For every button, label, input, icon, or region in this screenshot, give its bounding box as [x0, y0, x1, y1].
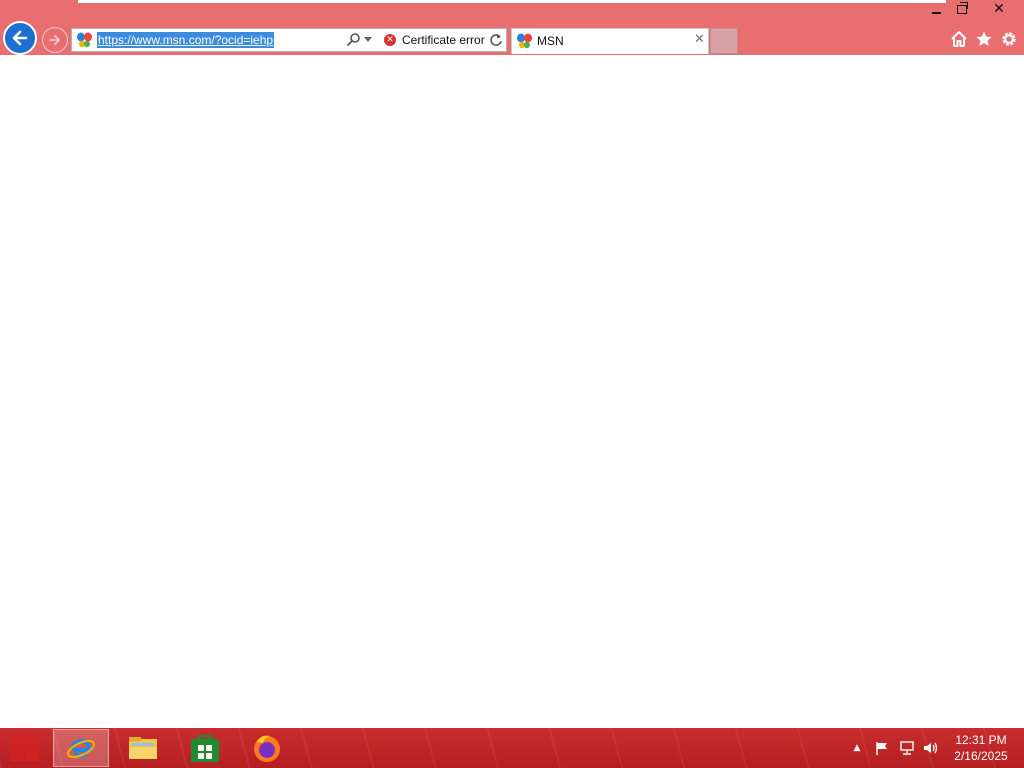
close-icon: ✕: [993, 1, 1005, 17]
restore-icon: [957, 1, 968, 14]
taskbar-firefox[interactable]: [239, 729, 295, 767]
msn-butterfly-icon: [517, 33, 532, 49]
taskbar-file-explorer[interactable]: [115, 729, 171, 767]
windows-logo-icon: [25, 749, 39, 762]
system-clock[interactable]: 12:31 PM 2/16/2025: [948, 732, 1014, 764]
internet-explorer-icon: [67, 739, 95, 759]
url-input[interactable]: https://www.msn.com/?ocid=iehp: [97, 32, 275, 48]
minimize-button[interactable]: [924, 0, 948, 18]
store-icon: [191, 734, 219, 762]
refresh-icon[interactable]: [488, 32, 504, 48]
msn-butterfly-icon: [77, 32, 92, 48]
minimize-icon: [931, 12, 941, 14]
windows-logo-icon: [25, 735, 39, 748]
back-arrow-icon: [12, 30, 28, 46]
clock-date: 2/16/2025: [954, 749, 1008, 763]
start-button[interactable]: [8, 734, 40, 762]
title-strip: [78, 0, 946, 3]
address-bar[interactable]: https://www.msn.com/?ocid=iehp ✕ Certifi…: [71, 28, 507, 52]
chevron-down-icon[interactable]: [364, 37, 372, 42]
close-window-button[interactable]: ✕: [978, 0, 1020, 18]
browser-chrome: ✕ https://www.msn.com/?ocid=iehp ✕ Certi…: [0, 0, 1024, 55]
taskbar-internet-explorer[interactable]: [53, 729, 109, 767]
network-button[interactable]: [896, 728, 918, 768]
file-explorer-icon: [129, 737, 157, 759]
taskbar-store[interactable]: [177, 729, 233, 767]
forward-arrow-icon: [49, 35, 60, 45]
show-hidden-icons-button[interactable]: ▲: [850, 728, 864, 768]
firefox-icon: [254, 735, 280, 762]
restore-button[interactable]: [950, 0, 974, 18]
windows-logo-icon: [10, 749, 24, 762]
flag-icon: [876, 742, 887, 755]
chevron-up-icon: ▲: [853, 743, 861, 753]
tab-title: MSN: [537, 34, 564, 48]
new-tab-button[interactable]: [710, 28, 738, 54]
forward-button[interactable]: [42, 27, 68, 53]
favorites-star-icon[interactable]: [975, 30, 993, 48]
home-icon[interactable]: [950, 30, 968, 48]
certificate-error-label[interactable]: Certificate error: [402, 33, 485, 47]
certificate-error-icon[interactable]: ✕: [384, 34, 396, 46]
clock-time: 12:31 PM: [955, 733, 1007, 747]
close-tab-icon[interactable]: ✕: [694, 32, 705, 47]
action-center-button[interactable]: [872, 728, 892, 768]
speaker-icon: [924, 742, 938, 754]
volume-button[interactable]: [920, 728, 942, 768]
settings-gear-icon[interactable]: [1000, 30, 1018, 48]
tab-msn[interactable]: MSN ✕: [511, 28, 709, 54]
page-content[interactable]: [0, 55, 1024, 728]
network-icon: [900, 741, 914, 755]
windows-logo-icon: [10, 735, 24, 748]
back-button[interactable]: [3, 21, 37, 55]
taskbar: ▲ 12:31 PM 2/16/2025: [0, 728, 1024, 768]
search-icon[interactable]: [346, 32, 362, 48]
